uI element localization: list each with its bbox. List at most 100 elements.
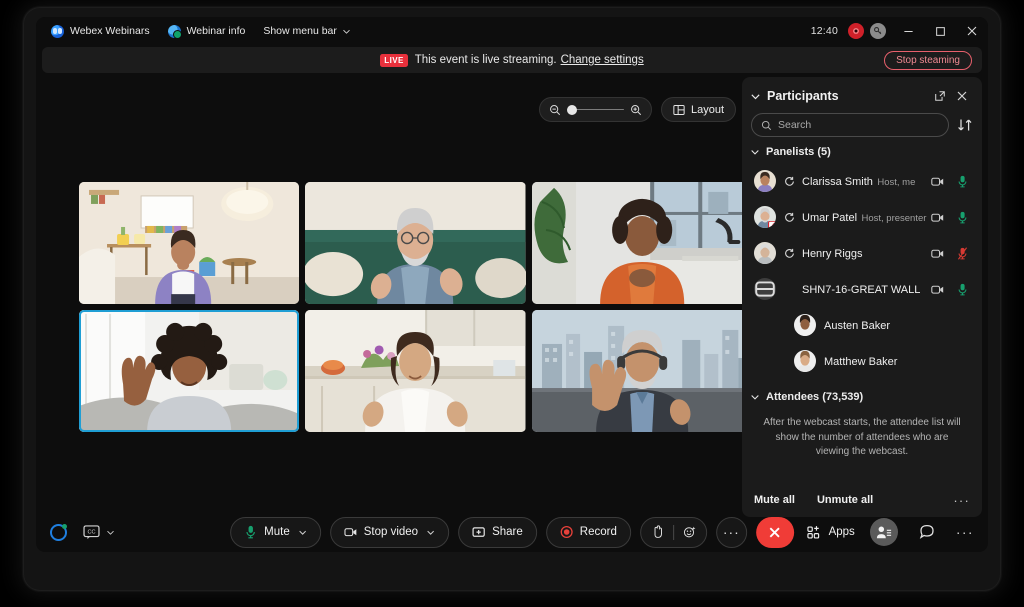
panelists-section-header[interactable]: Panelists (5) [742,137,982,163]
video-tile-5[interactable] [305,310,525,432]
leave-meeting-button[interactable] [756,517,794,548]
toolbar-center-group: Mute Stop video [230,517,794,548]
search-icon [761,120,772,131]
zoom-slider-handle[interactable] [567,105,577,115]
connecting-spinner-icon [784,248,795,259]
participant-row-henry-riggs[interactable]: Henry Riggs [748,235,976,271]
key-icon[interactable] [870,23,886,39]
participant-row-umar-patel[interactable]: Umar Patel Host, presenter [748,199,976,235]
participant-status-icons [931,283,972,296]
zoom-slider-control[interactable] [539,97,652,122]
recording-indicator-icon[interactable] [848,23,864,39]
video-tile-3[interactable] [532,182,752,304]
stop-video-label: Stop video [364,526,418,538]
maximize-icon [935,26,946,37]
close-icon [966,25,978,37]
participant-name-block: Henry Riggs [802,244,931,262]
attendees-section-header[interactable]: Attendees (73,539) [742,379,982,408]
emoji-reaction-icon[interactable] [683,525,696,539]
video-tile-2[interactable] [305,182,525,304]
reactions-group[interactable] [640,517,707,548]
popout-button[interactable] [929,85,951,107]
participant-name: Henry Riggs [802,248,863,260]
chevron-down-icon[interactable] [426,528,435,537]
participant-row-austen-baker[interactable]: Austen Baker [748,307,976,343]
participant-status-icons [931,175,972,188]
key-glyph-icon [873,26,883,36]
closed-captions-button[interactable]: CC [83,525,115,539]
apps-button[interactable]: Apps [807,525,855,540]
popout-icon [934,90,946,102]
panel-more-options-button[interactable]: ··· [953,493,970,508]
zoom-slider[interactable] [567,104,624,116]
close-window-button[interactable] [956,17,988,45]
maximize-button[interactable] [924,17,956,45]
video-tile-grid [79,182,752,432]
video-tile-4[interactable] [79,310,299,432]
unmute-all-button[interactable]: Unmute all [817,494,873,506]
change-settings-link[interactable]: Change settings [561,54,644,66]
stop-streaming-button[interactable]: Stop steaming [884,51,972,70]
close-panel-button[interactable] [951,85,973,107]
sort-icon[interactable] [957,117,973,133]
toolbar-more-button[interactable]: ··· [956,524,974,540]
mic-on-icon[interactable] [957,211,968,224]
participant-row-clarissa-smith[interactable]: Clarissa Smith Host, me [748,163,976,199]
closed-captions-icon: CC [83,525,100,539]
chevron-down-icon [750,392,760,402]
participant-row-device[interactable]: SHN7-16-GREAT WALL [748,271,976,307]
collapse-chevron-icon[interactable] [750,91,761,102]
more-options-button[interactable]: ··· [716,517,747,548]
chat-button[interactable] [913,518,941,546]
show-menu-bar-button[interactable]: Show menu bar [254,22,360,40]
participant-row-matthew-baker[interactable]: Matthew Baker [748,343,976,379]
participant-name: SHN7-16-GREAT WALL [802,284,920,296]
participant-name-block: Umar Patel Host, presenter [802,208,931,226]
participant-name: Austen Baker [824,320,890,332]
video-on-icon[interactable] [931,175,944,188]
reactions-separator [673,525,674,540]
avatar [794,350,816,372]
connecting-spinner-icon [784,176,795,187]
mic-on-icon[interactable] [957,175,968,188]
banner-message: This event is live streaming. [415,54,557,66]
participant-video-4 [79,310,299,432]
chevron-down-icon[interactable] [298,528,307,537]
video-tile-1[interactable] [79,182,299,304]
mute-all-button[interactable]: Mute all [754,494,795,506]
share-button[interactable]: Share [458,517,537,548]
stop-video-button[interactable]: Stop video [330,517,449,548]
participant-status-icons [931,247,972,260]
search-input[interactable] [778,119,939,131]
raise-hand-icon[interactable] [651,525,664,539]
record-button[interactable]: Record [546,517,631,548]
participant-name-block: Clarissa Smith Host, me [802,172,931,190]
zoom-out-icon[interactable] [549,104,561,116]
minimize-icon [903,26,914,37]
video-on-icon[interactable] [931,211,944,224]
mic-off-icon[interactable] [957,247,968,260]
layout-button[interactable]: Layout [661,97,736,122]
video-on-icon[interactable] [931,247,944,260]
webex-assistant-button[interactable] [50,524,67,541]
mic-on-icon[interactable] [957,283,968,296]
webinar-info-icon [168,25,181,38]
avatar [794,314,816,336]
minimize-button[interactable] [892,17,924,45]
zoom-in-icon[interactable] [630,104,642,116]
app-window-frame: Webex Webinars Webinar info Show menu ba… [24,8,1000,590]
participant-video-6 [532,310,752,432]
presenter-badge [768,221,776,228]
chevron-down-icon [750,147,760,157]
chevron-down-icon [106,528,115,537]
mute-button[interactable]: Mute [230,517,321,548]
participant-video-1 [79,182,299,304]
search-field[interactable] [751,113,949,137]
participant-video-3 [532,182,752,304]
participants-icon [876,525,892,540]
webinar-info-button[interactable]: Webinar info [159,22,255,41]
video-on-icon[interactable] [931,283,944,296]
participants-toggle-button[interactable] [870,518,898,546]
video-tile-6[interactable] [532,310,752,432]
avatar-image [754,242,776,264]
